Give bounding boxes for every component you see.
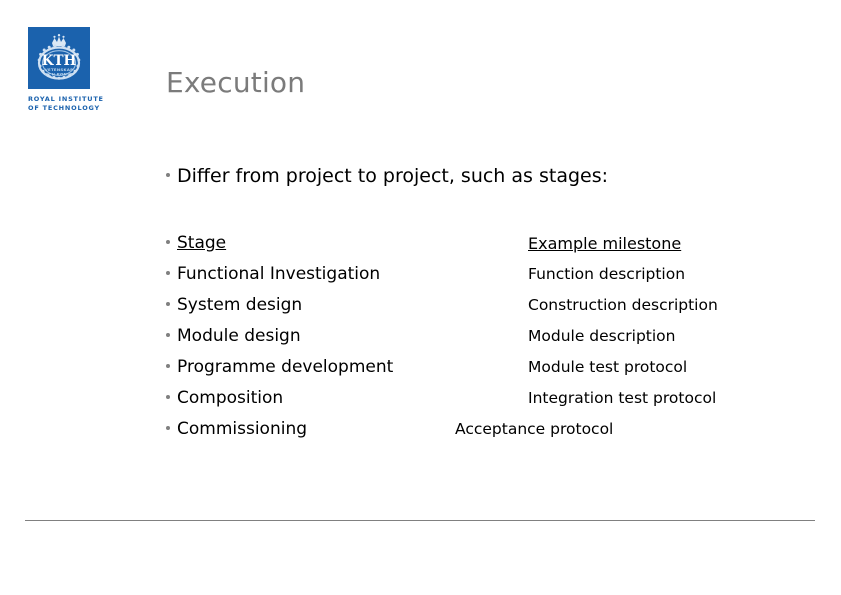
stage-list-row: System design Construction description xyxy=(166,290,826,321)
stage-cell: Functional Investigation xyxy=(166,259,380,291)
intro-bullet-item: Differ from project to project, such as … xyxy=(166,163,608,189)
stage-column-header: Stage xyxy=(177,233,227,253)
bullet-dot-icon xyxy=(166,363,170,368)
milestone-column-header-cell: Example milestone xyxy=(528,228,681,259)
milestone-label: Module test protocol xyxy=(528,358,688,376)
milestone-label: Acceptance protocol xyxy=(455,420,614,438)
stage-cell: Commissioning xyxy=(166,414,307,446)
stage-cell: Programme development xyxy=(166,352,393,384)
kth-motto-line2: OCH KONST xyxy=(45,72,73,77)
page-title: Execution xyxy=(166,66,306,99)
bullet-dot-icon xyxy=(166,172,170,177)
stage-list-row: Programme development Module test protoc… xyxy=(166,352,826,383)
milestone-column-header: Example milestone xyxy=(528,234,682,253)
stage-cell: Module design xyxy=(166,321,301,353)
footer-divider xyxy=(25,520,815,521)
stage-milestone-list: Stage Example milestone Functional Inves… xyxy=(166,228,826,445)
stage-label: Module design xyxy=(177,326,301,346)
milestone-label: Construction description xyxy=(528,296,718,314)
bullet-dot-icon xyxy=(166,270,170,275)
intro-bullet-label: Differ from project to project, such as … xyxy=(177,165,609,187)
stage-list-row: Functional Investigation Function descri… xyxy=(166,259,826,290)
stage-label: Composition xyxy=(177,388,284,408)
stage-cell: Composition xyxy=(166,383,283,415)
stage-list-row: Commissioning Acceptance protocol xyxy=(166,414,826,445)
bullet-dot-icon xyxy=(166,301,170,306)
stage-label: Programme development xyxy=(177,357,394,377)
kth-logo-block: KTH VETENSKAP OCH KONST ROYAL INSTITUTE … xyxy=(28,27,132,113)
kth-logo-caption: ROYAL INSTITUTE OF TECHNOLOGY xyxy=(28,95,104,112)
milestone-label: Integration test protocol xyxy=(528,389,717,407)
stage-header-left-cell: Stage xyxy=(166,228,226,260)
stage-label: System design xyxy=(177,295,303,315)
milestone-label: Function description xyxy=(528,265,686,283)
stage-list-row: Module design Module description xyxy=(166,321,826,352)
bullet-dot-icon xyxy=(166,425,170,430)
stage-label: Functional Investigation xyxy=(177,264,381,284)
stage-list-header-row: Stage Example milestone xyxy=(166,228,826,259)
bullet-dot-icon xyxy=(166,239,170,244)
stage-list-row: Composition Integration test protocol xyxy=(166,383,826,414)
stage-cell: System design xyxy=(166,290,302,322)
stage-label: Commissioning xyxy=(177,419,308,439)
bullet-dot-icon xyxy=(166,394,170,399)
bullet-dot-icon xyxy=(166,332,170,337)
kth-logo-icon: KTH VETENSKAP OCH KONST xyxy=(28,27,90,89)
milestone-label: Module description xyxy=(528,327,676,345)
